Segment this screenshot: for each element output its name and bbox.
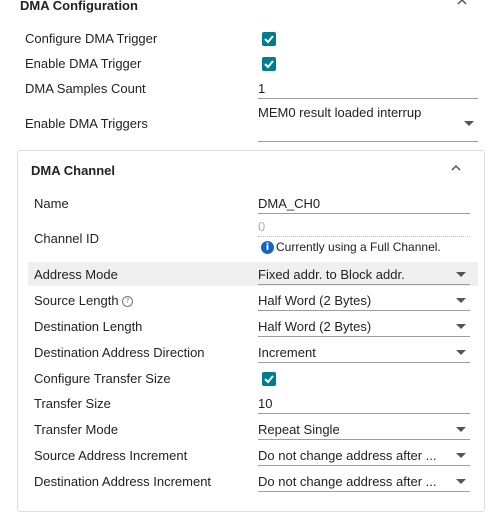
- channel-name-value: DMA_CH0: [258, 196, 321, 211]
- channel-id-value: 0: [258, 220, 266, 234]
- dest-address-increment-select[interactable]: Do not change address after ...: [258, 473, 470, 492]
- chevron-down-icon: [456, 272, 466, 277]
- transfer-mode-select[interactable]: Repeat Single: [258, 421, 470, 440]
- transfer-size-label: Transfer Size: [34, 396, 111, 411]
- chevron-down-icon: [456, 350, 466, 355]
- source-length-label: Source Length: [34, 293, 119, 308]
- destination-length-label: Destination Length: [34, 319, 143, 334]
- channel-name-input[interactable]: DMA_CH0: [258, 195, 470, 214]
- address-mode-label: Address Mode: [34, 267, 118, 282]
- enable-dma-triggers-label: Enable DMA Triggers: [25, 116, 148, 131]
- source-address-increment-label: Source Address Increment: [34, 448, 188, 463]
- enable-dma-trigger-label: Enable DMA Trigger: [25, 56, 142, 71]
- dest-address-direction-label: Destination Address Direction: [34, 345, 205, 360]
- chevron-up-icon[interactable]: [456, 0, 468, 8]
- enable-dma-triggers-value: MEM0 result loaded interrup: [258, 105, 422, 120]
- configure-dma-trigger-checkbox[interactable]: [262, 32, 276, 46]
- dest-address-direction-value: Increment: [258, 345, 316, 360]
- configure-transfer-size-checkbox[interactable]: [262, 372, 276, 386]
- configure-dma-trigger-label: Configure DMA Trigger: [25, 31, 158, 46]
- source-length-select[interactable]: Half Word (2 Bytes): [258, 292, 470, 311]
- chevron-down-icon: [456, 453, 466, 458]
- destination-length-select[interactable]: Half Word (2 Bytes): [258, 318, 470, 337]
- info-icon: i: [261, 241, 274, 254]
- dma-configuration-header[interactable]: DMA Configuration: [0, 0, 491, 18]
- channel-name-label: Name: [34, 196, 69, 211]
- dma-samples-count-value: 1: [258, 81, 266, 96]
- dest-address-increment-label: Destination Address Increment: [34, 474, 212, 489]
- chevron-up-icon[interactable]: [450, 162, 462, 174]
- source-address-increment-select[interactable]: Do not change address after ...: [258, 447, 470, 466]
- dest-address-increment-value: Do not change address after ...: [258, 474, 437, 489]
- source-address-increment-value: Do not change address after ...: [258, 448, 437, 463]
- enable-dma-trigger-checkbox[interactable]: [262, 57, 276, 71]
- chevron-down-icon: [456, 324, 466, 329]
- dma-samples-count-label: DMA Samples Count: [25, 81, 146, 96]
- transfer-size-input[interactable]: 10: [258, 395, 470, 414]
- configure-transfer-size-label: Configure Transfer Size: [34, 371, 171, 386]
- dma-channel-title: DMA Channel: [31, 163, 116, 178]
- chevron-down-icon: [456, 427, 466, 432]
- channel-info-text: Currently using a Full Channel.: [276, 240, 441, 254]
- channel-id-input: 0: [258, 220, 470, 237]
- address-mode-select[interactable]: Fixed addr. to Block addr.: [258, 266, 470, 285]
- dma-samples-count-input[interactable]: 1: [258, 80, 478, 99]
- dma-configuration-title: DMA Configuration: [20, 0, 138, 13]
- transfer-size-value: 10: [258, 396, 273, 411]
- transfer-mode-value: Repeat Single: [258, 422, 340, 437]
- chevron-down-icon: [456, 479, 466, 484]
- dest-address-direction-select[interactable]: Increment: [258, 344, 470, 363]
- source-length-value: Half Word (2 Bytes): [258, 293, 372, 308]
- destination-length-value: Half Word (2 Bytes): [258, 319, 372, 334]
- channel-id-label: Channel ID: [34, 231, 100, 246]
- enable-dma-triggers-select[interactable]: MEM0 result loaded interrup: [258, 105, 478, 142]
- transfer-mode-label: Transfer Mode: [34, 422, 119, 437]
- help-icon[interactable]: ?: [122, 296, 133, 307]
- chevron-down-icon: [456, 298, 466, 303]
- chevron-down-icon: [464, 121, 474, 126]
- address-mode-value: Fixed addr. to Block addr.: [258, 267, 405, 282]
